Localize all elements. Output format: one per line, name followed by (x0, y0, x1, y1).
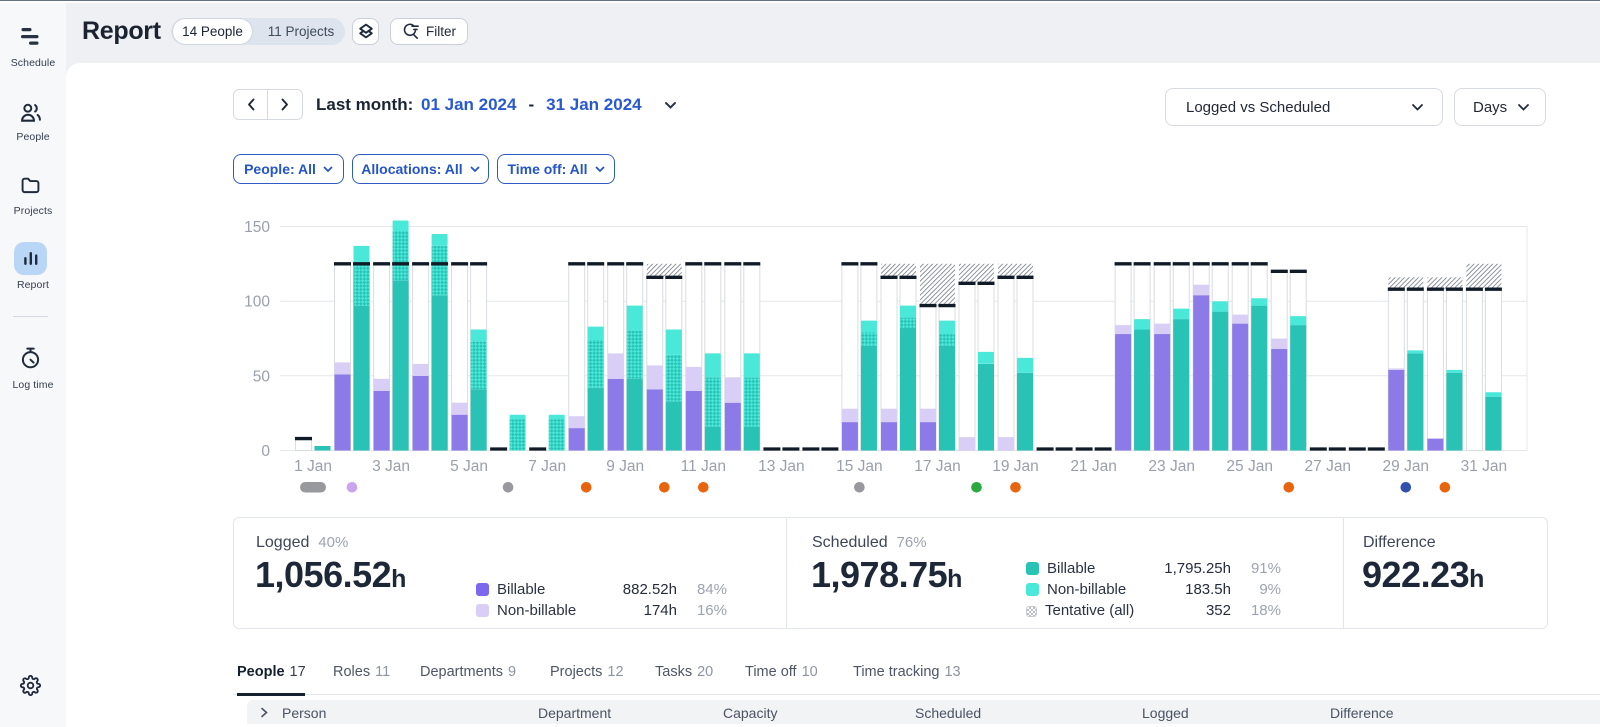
svg-text:11 Jan: 11 Jan (681, 458, 726, 475)
svg-text:100: 100 (244, 294, 270, 311)
svg-text:150: 150 (244, 219, 270, 236)
svg-text:1 Jan: 1 Jan (294, 458, 332, 475)
svg-text:3 Jan: 3 Jan (372, 458, 410, 475)
svg-text:5 Jan: 5 Jan (450, 458, 488, 475)
svg-text:13 Jan: 13 Jan (758, 458, 805, 475)
svg-text:25 Jan: 25 Jan (1226, 458, 1273, 475)
svg-text:29 Jan: 29 Jan (1383, 458, 1430, 475)
svg-text:23 Jan: 23 Jan (1148, 458, 1195, 475)
svg-text:27 Jan: 27 Jan (1305, 458, 1352, 475)
svg-text:19 Jan: 19 Jan (992, 458, 1039, 475)
svg-text:21 Jan: 21 Jan (1070, 458, 1117, 475)
svg-text:9 Jan: 9 Jan (606, 458, 644, 475)
svg-text:31 Jan: 31 Jan (1461, 458, 1508, 475)
svg-text:17 Jan: 17 Jan (914, 458, 961, 475)
svg-text:7 Jan: 7 Jan (528, 458, 566, 475)
svg-text:15 Jan: 15 Jan (836, 458, 883, 475)
svg-text:50: 50 (253, 368, 271, 385)
svg-text:0: 0 (261, 443, 270, 460)
